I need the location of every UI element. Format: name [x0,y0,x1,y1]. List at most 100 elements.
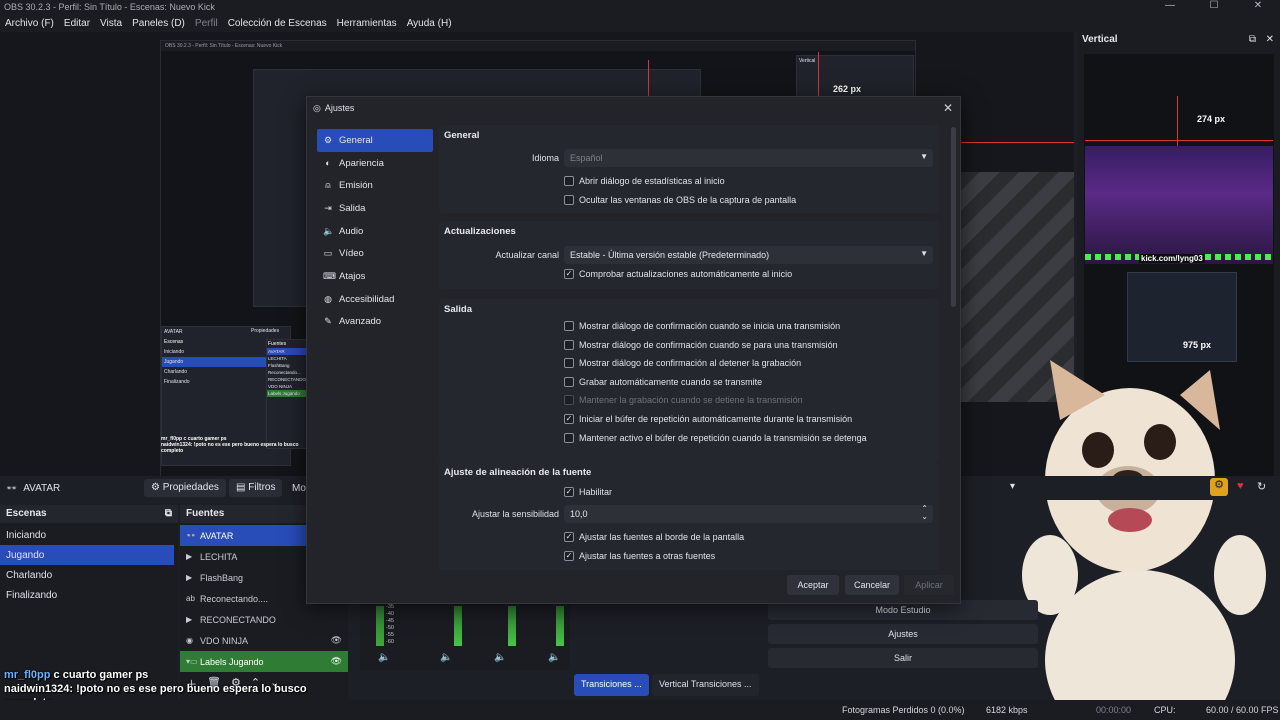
eye-icon[interactable]: 👁 [331,635,342,646]
spin-arrows-icon[interactable]: ⌃ ⌄ [921,505,928,521]
menu-edit[interactable]: Editar [59,18,95,29]
check-replay-buffer-start[interactable]: ✓ Iniciar el búfer de repetición automáti… [564,414,852,424]
sensitivity-label: Ajustar la sensibilidad [471,509,559,519]
close-icon[interactable]: ✕ [1266,34,1274,45]
section-general: General Idioma Español ▼ Abrir diálogo de… [439,125,939,213]
checkbox[interactable] [564,340,574,350]
check-confirm-start[interactable]: Mostrar diálogo de confirmación cuando s… [564,321,840,331]
check-keep-recording: Mantener la grabación cuando se detiene … [564,395,803,405]
vertical-screen-capture [1127,272,1237,362]
menu-file[interactable]: Archivo (F) [0,18,59,29]
checkbox[interactable] [564,321,574,331]
refresh-icon[interactable]: ↻ [1257,480,1266,493]
menu-view[interactable]: Vista [95,18,127,29]
minimize-button[interactable]: — [1148,0,1192,11]
heart-icon[interactable]: ♥ [1237,480,1244,492]
nav-label: Apariencia [339,157,384,169]
apply-button[interactable]: Aplicar [904,575,954,595]
title-bar: OBS 30.2.3 - Perfil: Sin Título - Escena… [0,0,1280,14]
nav-accessibility[interactable]: ◍ Accesibilidad [317,288,433,311]
speaker-icon[interactable]: 🔈 [378,652,390,663]
check-enable-snapping[interactable]: ✓ Habilitar [564,487,612,497]
speaker-icon[interactable]: 🔈 [548,652,560,663]
checkbox[interactable]: ✓ [564,487,574,497]
filter-icon: ▤ [236,482,249,493]
source-item[interactable]: ▶ RECONECTANDO [180,609,348,630]
checkbox[interactable] [564,176,574,186]
section-snapping: Ajuste de alineación de la fuente ✓ Habil… [439,463,939,570]
check-confirm-stop[interactable]: Mostrar diálogo de confirmación cuando s… [564,340,838,350]
close-button[interactable]: ✕ [1236,0,1280,11]
nested-source-item: Reconectando... [268,370,301,375]
nested-source-item: LECHITA [268,356,287,361]
chat-message: naidwin1324: !poto no es ese pero bueno … [4,683,307,695]
language-select[interactable]: Español ▼ [564,149,933,167]
nested-source-item: FlashBang [268,363,290,368]
checkbox[interactable] [564,195,574,205]
exit-button[interactable]: Salir [768,648,1038,668]
tab-vertical-transitions[interactable]: Vertical Transiciones ... [652,674,759,696]
checkbox[interactable] [564,358,574,368]
chat-message: c cuarto gamer ps [53,669,149,681]
nav-hotkeys[interactable]: ⌨ Atajos [317,265,433,288]
menu-help[interactable]: Ayuda (H) [402,18,457,29]
nav-general[interactable]: ⚙ General [317,129,433,152]
checkbox[interactable]: ✓ [564,414,574,424]
accept-button[interactable]: Aceptar [787,575,839,595]
check-label: Iniciar el búfer de repetición automátic… [579,414,853,424]
more-button[interactable]: Mo [292,483,306,494]
checkbox [564,395,574,405]
checkbox[interactable]: ✓ [564,269,574,279]
menu-profile[interactable]: Perfil [190,18,223,29]
scene-item[interactable]: Iniciando [0,525,178,545]
scene-item[interactable]: Jugando [0,545,174,565]
speaker-icon[interactable]: 🔈 [440,652,452,663]
check-snap-other-sources[interactable]: ✓ Ajustar las fuentes a otras fuentes [564,551,715,561]
nav-appearance[interactable]: ◐ Apariencia [317,152,433,175]
undock-icon[interactable]: ⧉ [165,508,172,520]
scene-item[interactable]: Charlando [0,565,178,585]
tab-transitions[interactable]: Transiciones ... [574,674,649,696]
text-icon: ab [186,594,195,603]
dog-avatar [1022,360,1266,720]
settings-scrollbar[interactable] [951,127,956,307]
checkbox[interactable] [564,377,574,387]
nav-advanced[interactable]: ✎ Avanzado [317,311,433,334]
nav-output[interactable]: ⇥ Salida [317,197,433,220]
check-hide-obs[interactable]: Ocultar las ventanas de OBS de la captur… [564,195,796,205]
nav-stream[interactable]: ⍝ Emisión [317,174,433,197]
check-stats-startup[interactable]: Abrir diálogo de estadísticas al inicio [564,176,725,186]
check-replay-buffer-keep[interactable]: Mantener activo el búfer de repetición c… [564,433,867,443]
menu-docks[interactable]: Paneles (D) [127,18,190,29]
check-label: Habilitar [579,487,613,497]
nav-video[interactable]: ▭ Vídeo [317,242,433,265]
source-item[interactable]: ◉ VDO NINJA 👁 [180,630,348,651]
settings-icon[interactable]: ⚙ [1210,478,1228,496]
menu-scene-collection[interactable]: Colección de Escenas [223,18,332,29]
checkbox[interactable]: ✓ [564,551,574,561]
menu-tools[interactable]: Herramientas [332,18,402,29]
nav-label: Audio [339,225,364,237]
sensitivity-spinbox[interactable]: 10,0 ⌃ ⌄ [564,505,933,523]
check-snap-screen-edge[interactable]: ✓ Ajustar las fuentes al borde de la pant… [564,532,744,542]
undock-icon[interactable]: ⧉ [1249,34,1256,45]
scene-item[interactable]: Finalizando [0,585,178,605]
chevron-down-icon[interactable]: ▾ [1010,481,1015,492]
scenes-title: Escenas [6,508,47,519]
filters-button[interactable]: ▤ Filtros [229,479,283,497]
check-auto-updates[interactable]: ✓ Comprobar actualizaciones automáticamen… [564,269,792,279]
check-auto-record[interactable]: Grabar automáticamente cuando se transmi… [564,377,762,387]
checkbox[interactable]: ✓ [564,532,574,542]
update-channel-select[interactable]: Estable - Última versión estable (Predet… [564,246,933,264]
speaker-icon[interactable]: 🔈 [494,652,506,663]
check-confirm-record-stop[interactable]: Mostrar diálogo de confirmación al deten… [564,358,801,368]
settings-button[interactable]: Ajustes [768,624,1038,644]
properties-button[interactable]: ⚙ Propiedades [144,479,226,497]
maximize-button[interactable]: ☐ [1192,0,1236,11]
eye-icon[interactable]: 👁 [331,656,342,667]
checkbox[interactable] [564,433,574,443]
close-icon[interactable]: ✕ [943,101,953,115]
cancel-button[interactable]: Cancelar [845,575,899,595]
nav-audio[interactable]: 🔈 Audio [317,220,433,243]
guide-line [1085,140,1273,141]
